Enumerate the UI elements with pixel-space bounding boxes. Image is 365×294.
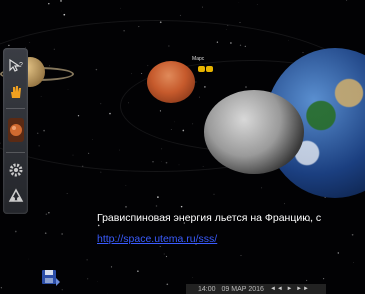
star xyxy=(159,245,161,248)
star xyxy=(63,13,66,16)
star xyxy=(87,278,89,280)
star xyxy=(44,232,47,235)
star xyxy=(86,259,88,261)
star xyxy=(61,289,63,291)
time-control-bar[interactable]: 14:00 09 МАР 2016 ◄◄ ► ►► xyxy=(186,284,326,294)
star xyxy=(180,205,183,208)
time-display: 14:00 xyxy=(198,285,216,293)
tool-palette: ? xyxy=(3,48,28,214)
star xyxy=(66,192,68,194)
space-viewport[interactable]: Марс ? Грависпиновая энергия льется на Ф… xyxy=(0,0,365,294)
star xyxy=(110,266,113,268)
star xyxy=(284,203,286,205)
star xyxy=(346,0,348,1)
playback-controls[interactable]: ◄◄ ► ►► xyxy=(270,286,310,292)
date-display: 09 МАР 2016 xyxy=(221,285,264,293)
star xyxy=(192,277,194,278)
star xyxy=(323,278,325,280)
star xyxy=(61,233,63,235)
star xyxy=(306,279,308,281)
star xyxy=(240,255,242,257)
star xyxy=(125,185,127,186)
tools-icon[interactable] xyxy=(5,184,26,208)
mars-label: Марс xyxy=(192,56,205,62)
star xyxy=(14,230,17,233)
star xyxy=(239,21,241,24)
star xyxy=(157,196,159,198)
star xyxy=(48,2,50,5)
save-icon[interactable] xyxy=(40,266,62,288)
svg-text:?: ? xyxy=(19,62,23,69)
star xyxy=(353,262,354,264)
moon[interactable] xyxy=(204,90,304,174)
star xyxy=(60,0,62,2)
star xyxy=(179,14,181,16)
star xyxy=(100,171,102,173)
star xyxy=(137,270,139,272)
star xyxy=(27,258,29,260)
star xyxy=(125,206,127,208)
gear-icon[interactable] xyxy=(5,158,26,182)
star xyxy=(261,187,263,189)
mars-marker-icon[interactable] xyxy=(198,66,214,72)
star xyxy=(213,193,215,195)
star xyxy=(48,212,50,214)
pointer-help-icon[interactable]: ? xyxy=(5,54,26,78)
star xyxy=(166,283,169,286)
star xyxy=(165,255,168,258)
star xyxy=(155,205,158,207)
star xyxy=(0,287,3,289)
star xyxy=(201,6,203,8)
star xyxy=(45,213,48,215)
star xyxy=(97,224,100,227)
star xyxy=(163,253,165,255)
mars-planet[interactable] xyxy=(147,61,195,103)
planet-icon[interactable] xyxy=(5,114,26,146)
star xyxy=(351,233,354,236)
source-link[interactable]: http://space.utema.ru/sss/ xyxy=(97,233,217,245)
hand-icon[interactable] xyxy=(5,80,26,104)
star xyxy=(61,10,62,12)
star xyxy=(256,4,258,5)
star xyxy=(337,252,340,254)
caption-text: Грависпиновая энергия льется на Францию,… xyxy=(97,212,322,224)
